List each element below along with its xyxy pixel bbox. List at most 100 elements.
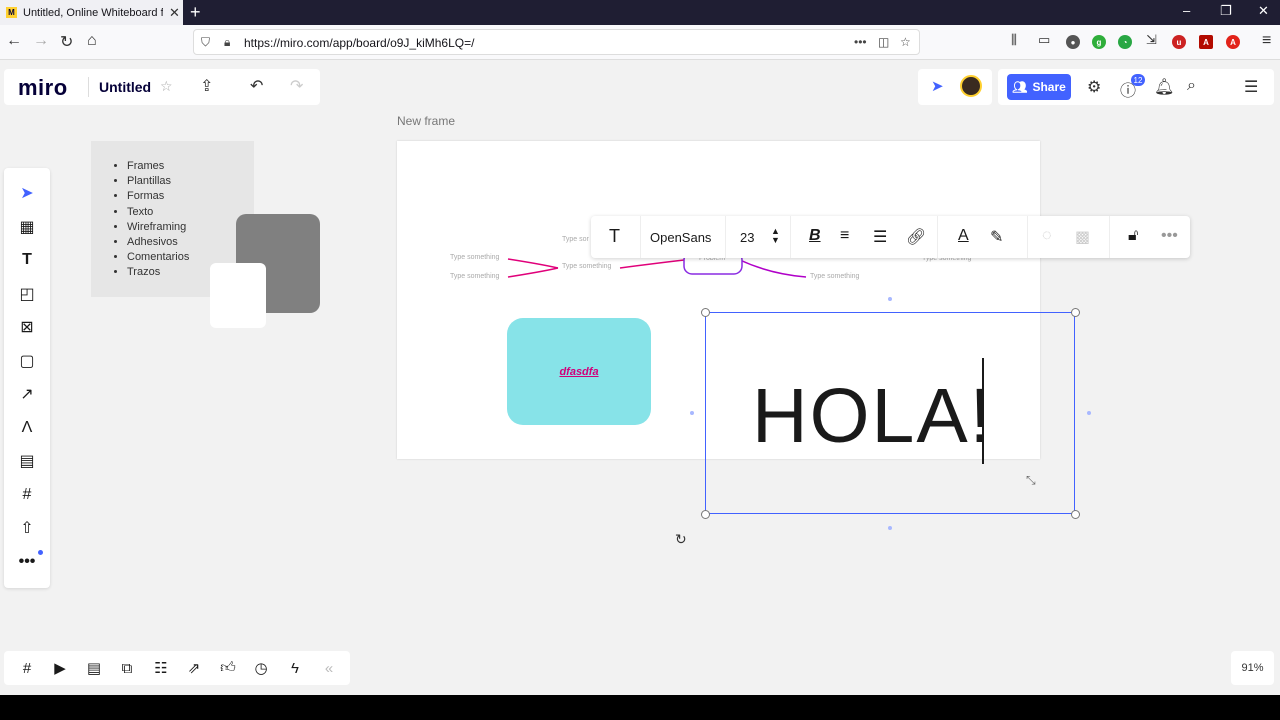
reload-icon[interactable]: ↻: [60, 32, 73, 52]
bookmark-star-icon[interactable]: ☆: [900, 35, 911, 49]
undo-icon[interactable]: ↶: [250, 76, 263, 96]
bold-icon[interactable]: B: [809, 227, 821, 245]
sticky-note-tool-icon[interactable]: ◰: [17, 284, 37, 304]
avatar[interactable]: [960, 75, 982, 97]
vote-icon[interactable]: 👍︎: [218, 658, 238, 678]
url-bar[interactable]: ⛉ 🔒︎ https://miro.com/app/board/o9J_kiMh…: [193, 29, 920, 55]
share-screen-icon[interactable]: ⇗: [184, 658, 204, 678]
canvas-text[interactable]: HOLA!: [752, 378, 993, 455]
activity-icon[interactable]: ϟ: [285, 658, 305, 678]
maximize-button[interactable]: ❐: [1220, 3, 1232, 19]
library-icon[interactable]: ⫼: [1011, 32, 1017, 48]
mindmap-node[interactable]: Type something: [810, 273, 859, 280]
mindmap-node[interactable]: Type sor: [562, 236, 589, 243]
text-tool-icon[interactable]: T: [17, 250, 37, 270]
sidebar-icon[interactable]: ▭: [1038, 32, 1050, 48]
home-icon[interactable]: ⌂: [87, 32, 97, 50]
cursor-filter-icon[interactable]: ➤: [931, 77, 944, 95]
teal-shape[interactable]: dfasdfa: [507, 318, 651, 425]
search-icon[interactable]: ⌕: [1187, 77, 1196, 95]
font-size-input[interactable]: 23: [740, 230, 754, 245]
mindmap-node[interactable]: Type something: [562, 263, 611, 270]
browser-tab[interactable]: M Untitled, Online Whiteboard for ✕: [0, 0, 183, 25]
connection-point[interactable]: [888, 526, 892, 530]
mindmap-branch: [739, 259, 807, 278]
circle-tool-icon[interactable]: ▢: [17, 351, 37, 371]
resize-handle[interactable]: [1071, 510, 1080, 519]
border-icon[interactable]: ◌: [1042, 227, 1052, 245]
collapse-icon[interactable]: «: [319, 658, 339, 678]
extension-chat-icon[interactable]: ◔: [1118, 35, 1132, 49]
ublock-icon[interactable]: u: [1172, 35, 1186, 49]
tab-title: Untitled, Online Whiteboard for: [23, 6, 163, 19]
fill-icon[interactable]: ▩: [1075, 227, 1090, 247]
pen-tool-icon[interactable]: Λ: [17, 418, 37, 438]
more-tools-icon[interactable]: •••: [17, 552, 37, 572]
chat-icon[interactable]: ⧉: [117, 658, 137, 678]
resize-handle[interactable]: [1071, 308, 1080, 317]
back-icon[interactable]: ←: [6, 32, 22, 50]
connection-line-tool-icon[interactable]: ↗: [17, 384, 37, 404]
screen-bottom-bar: [0, 695, 1280, 720]
minimize-button[interactable]: –: [1183, 3, 1190, 18]
redo-icon[interactable]: ↷: [290, 76, 303, 96]
resize-handle[interactable]: [701, 308, 710, 317]
close-window-button[interactable]: ✕: [1258, 3, 1269, 19]
connection-point[interactable]: [1087, 411, 1091, 415]
rotate-icon[interactable]: ↻: [675, 531, 687, 548]
text-type-icon[interactable]: T: [609, 226, 620, 247]
frame-label[interactable]: New frame: [397, 114, 455, 128]
mindmap-node[interactable]: Type something: [450, 254, 499, 261]
bell-icon[interactable]: 🔔︎: [1154, 77, 1174, 97]
highlight-icon[interactable]: ✎: [990, 227, 1003, 247]
timer-icon[interactable]: ◷: [251, 658, 271, 678]
white-shape[interactable]: [210, 263, 266, 328]
text-color-icon[interactable]: A: [958, 227, 969, 245]
url-text[interactable]: https://miro.com/app/board/o9J_kiMh6LQ=/: [244, 36, 474, 50]
forward-icon[interactable]: →: [33, 32, 49, 50]
comments-icon[interactable]: ▤: [84, 658, 104, 678]
shape-tool-icon[interactable]: ⊠: [17, 317, 37, 337]
miro-logo[interactable]: miro: [18, 75, 68, 101]
presentation-icon[interactable]: ▶: [50, 658, 70, 678]
new-tab-button[interactable]: +: [190, 2, 201, 23]
menu-icon[interactable]: ≡: [1262, 32, 1271, 50]
cards-icon[interactable]: ☷: [151, 658, 171, 678]
share-panel: 👥︎ Share ⚙ ⓘ 12 🔔︎ ⌕ ☰: [998, 69, 1274, 105]
lock-icon[interactable]: 🔓︎: [1128, 227, 1138, 245]
share-button[interactable]: 👥︎ Share: [1007, 74, 1071, 100]
align-icon[interactable]: ≡: [840, 227, 849, 245]
connection-point[interactable]: [888, 297, 892, 301]
resize-handle[interactable]: [701, 510, 710, 519]
pdf-icon[interactable]: A: [1199, 35, 1213, 49]
whiteboard-canvas[interactable]: miro Untitled ☆ ⇪ ↶ ↷ ➤ 👥︎ Share ⚙ ⓘ 12 …: [0, 60, 1280, 695]
font-size-stepper-icon[interactable]: ▲ ▼: [771, 227, 780, 245]
close-tab-icon[interactable]: ✕: [169, 5, 180, 21]
list-item: Frames: [127, 159, 189, 174]
select-tool-icon[interactable]: ➤: [17, 183, 37, 203]
extension-pin-icon[interactable]: ⇲: [1146, 32, 1157, 48]
notes-icon[interactable]: ☰: [1244, 77, 1258, 97]
more-actions-icon[interactable]: •••: [854, 35, 867, 49]
frame-tool-icon[interactable]: #: [17, 485, 37, 505]
more-options-icon[interactable]: •••: [1161, 227, 1178, 245]
connection-point[interactable]: [690, 411, 694, 415]
templates-tool-icon[interactable]: ▦: [17, 217, 37, 237]
pocket-icon[interactable]: ◫: [878, 35, 889, 49]
star-icon[interactable]: ☆: [160, 78, 173, 95]
board-title[interactable]: Untitled: [99, 79, 151, 95]
comment-tool-icon[interactable]: ▤: [17, 451, 37, 471]
export-icon[interactable]: ⇪: [200, 76, 213, 96]
account-icon[interactable]: ●: [1066, 35, 1080, 49]
frames-icon[interactable]: #: [17, 658, 37, 678]
adblock-icon[interactable]: A: [1226, 35, 1240, 49]
settings-sliders-icon[interactable]: ⚙: [1087, 77, 1101, 97]
font-family-select[interactable]: OpenSans: [650, 230, 711, 245]
bullet-list-icon[interactable]: ☰: [873, 227, 887, 247]
link-icon[interactable]: 🔗︎: [906, 227, 926, 247]
extension-green-icon[interactable]: g: [1092, 35, 1106, 49]
upload-tool-icon[interactable]: ⇧: [17, 518, 37, 538]
mindmap-node[interactable]: Type something: [450, 273, 499, 280]
shield-icon[interactable]: ⛉: [201, 35, 210, 50]
zoom-level[interactable]: 91%: [1231, 651, 1274, 685]
